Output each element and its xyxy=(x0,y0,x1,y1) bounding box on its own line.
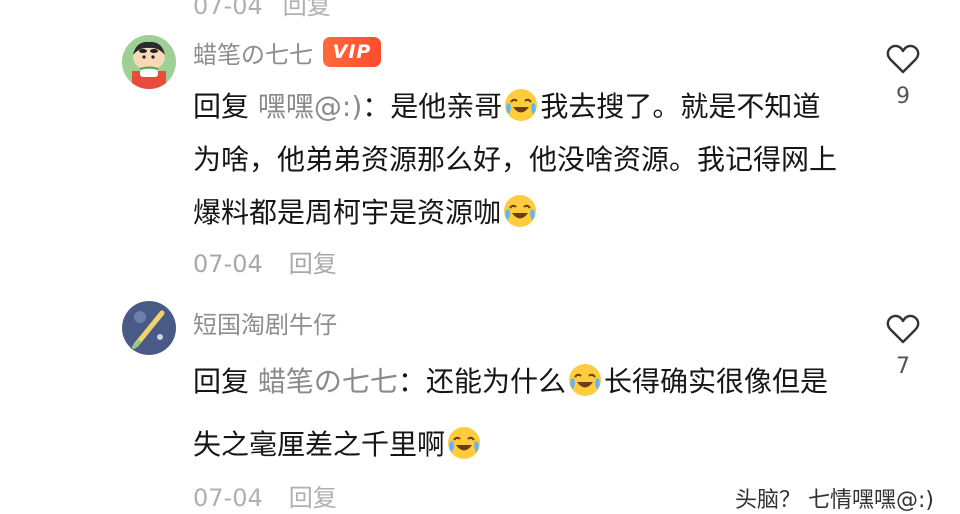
comment-text: 回复 蜡笔の七七：还能为什么 长得确实很像但是失之毫厘差之千里啊 xyxy=(193,350,843,476)
colon: ： xyxy=(397,365,426,398)
like-count: 7 xyxy=(896,354,910,379)
like-count: 9 xyxy=(896,84,910,109)
comment-meta: 07-04 回复 xyxy=(193,244,337,279)
avatar[interactable] xyxy=(122,35,176,89)
like-button[interactable]: 9 xyxy=(884,44,922,109)
username[interactable]: 蜡笔の七七 xyxy=(193,35,313,70)
text-segment: 是他亲哥 xyxy=(390,90,503,123)
mention-link[interactable]: 蜡笔の七七 xyxy=(258,365,398,398)
reply-button[interactable]: 回复 xyxy=(289,250,337,278)
previous-comment-meta: 07-04 回复 xyxy=(193,0,351,21)
like-button[interactable]: 7 xyxy=(884,314,922,379)
comment-date: 07-04 xyxy=(193,484,263,512)
reply-prefix: 回复 xyxy=(193,90,250,123)
comment-date: 07-04 xyxy=(193,0,263,20)
reply-button[interactable]: 回复 xyxy=(283,0,331,20)
mention-link[interactable]: 嘿嘿@:) xyxy=(258,90,362,123)
heart-outline-icon[interactable] xyxy=(884,314,922,344)
username[interactable]: 短国淘剧牛仔 xyxy=(193,305,337,340)
heart-outline-icon[interactable] xyxy=(884,44,922,74)
next-comment-preview: 头脑？ 七情嘿嘿@:) xyxy=(735,488,934,513)
crying-laughing-emoji-icon xyxy=(567,357,603,396)
crying-laughing-emoji-icon xyxy=(503,87,539,123)
reply-prefix: 回复 xyxy=(193,365,250,398)
comment-text: 回复 嘿嘿@:)：是他亲哥 我去搜了。就是不知道为啥，他弟弟资源那么好，他没啥资源… xyxy=(193,80,843,239)
avatar[interactable] xyxy=(122,301,176,355)
crying-laughing-emoji-icon xyxy=(446,420,482,459)
comment-date: 07-04 xyxy=(193,250,263,278)
reply-button[interactable]: 回复 xyxy=(289,484,337,512)
crying-laughing-emoji-icon xyxy=(502,193,538,229)
vip-badge-icon: VIP xyxy=(323,37,381,67)
comment-meta: 07-04 回复 xyxy=(193,478,337,513)
text-segment: 还能为什么 xyxy=(425,365,566,398)
colon: ： xyxy=(362,90,391,123)
